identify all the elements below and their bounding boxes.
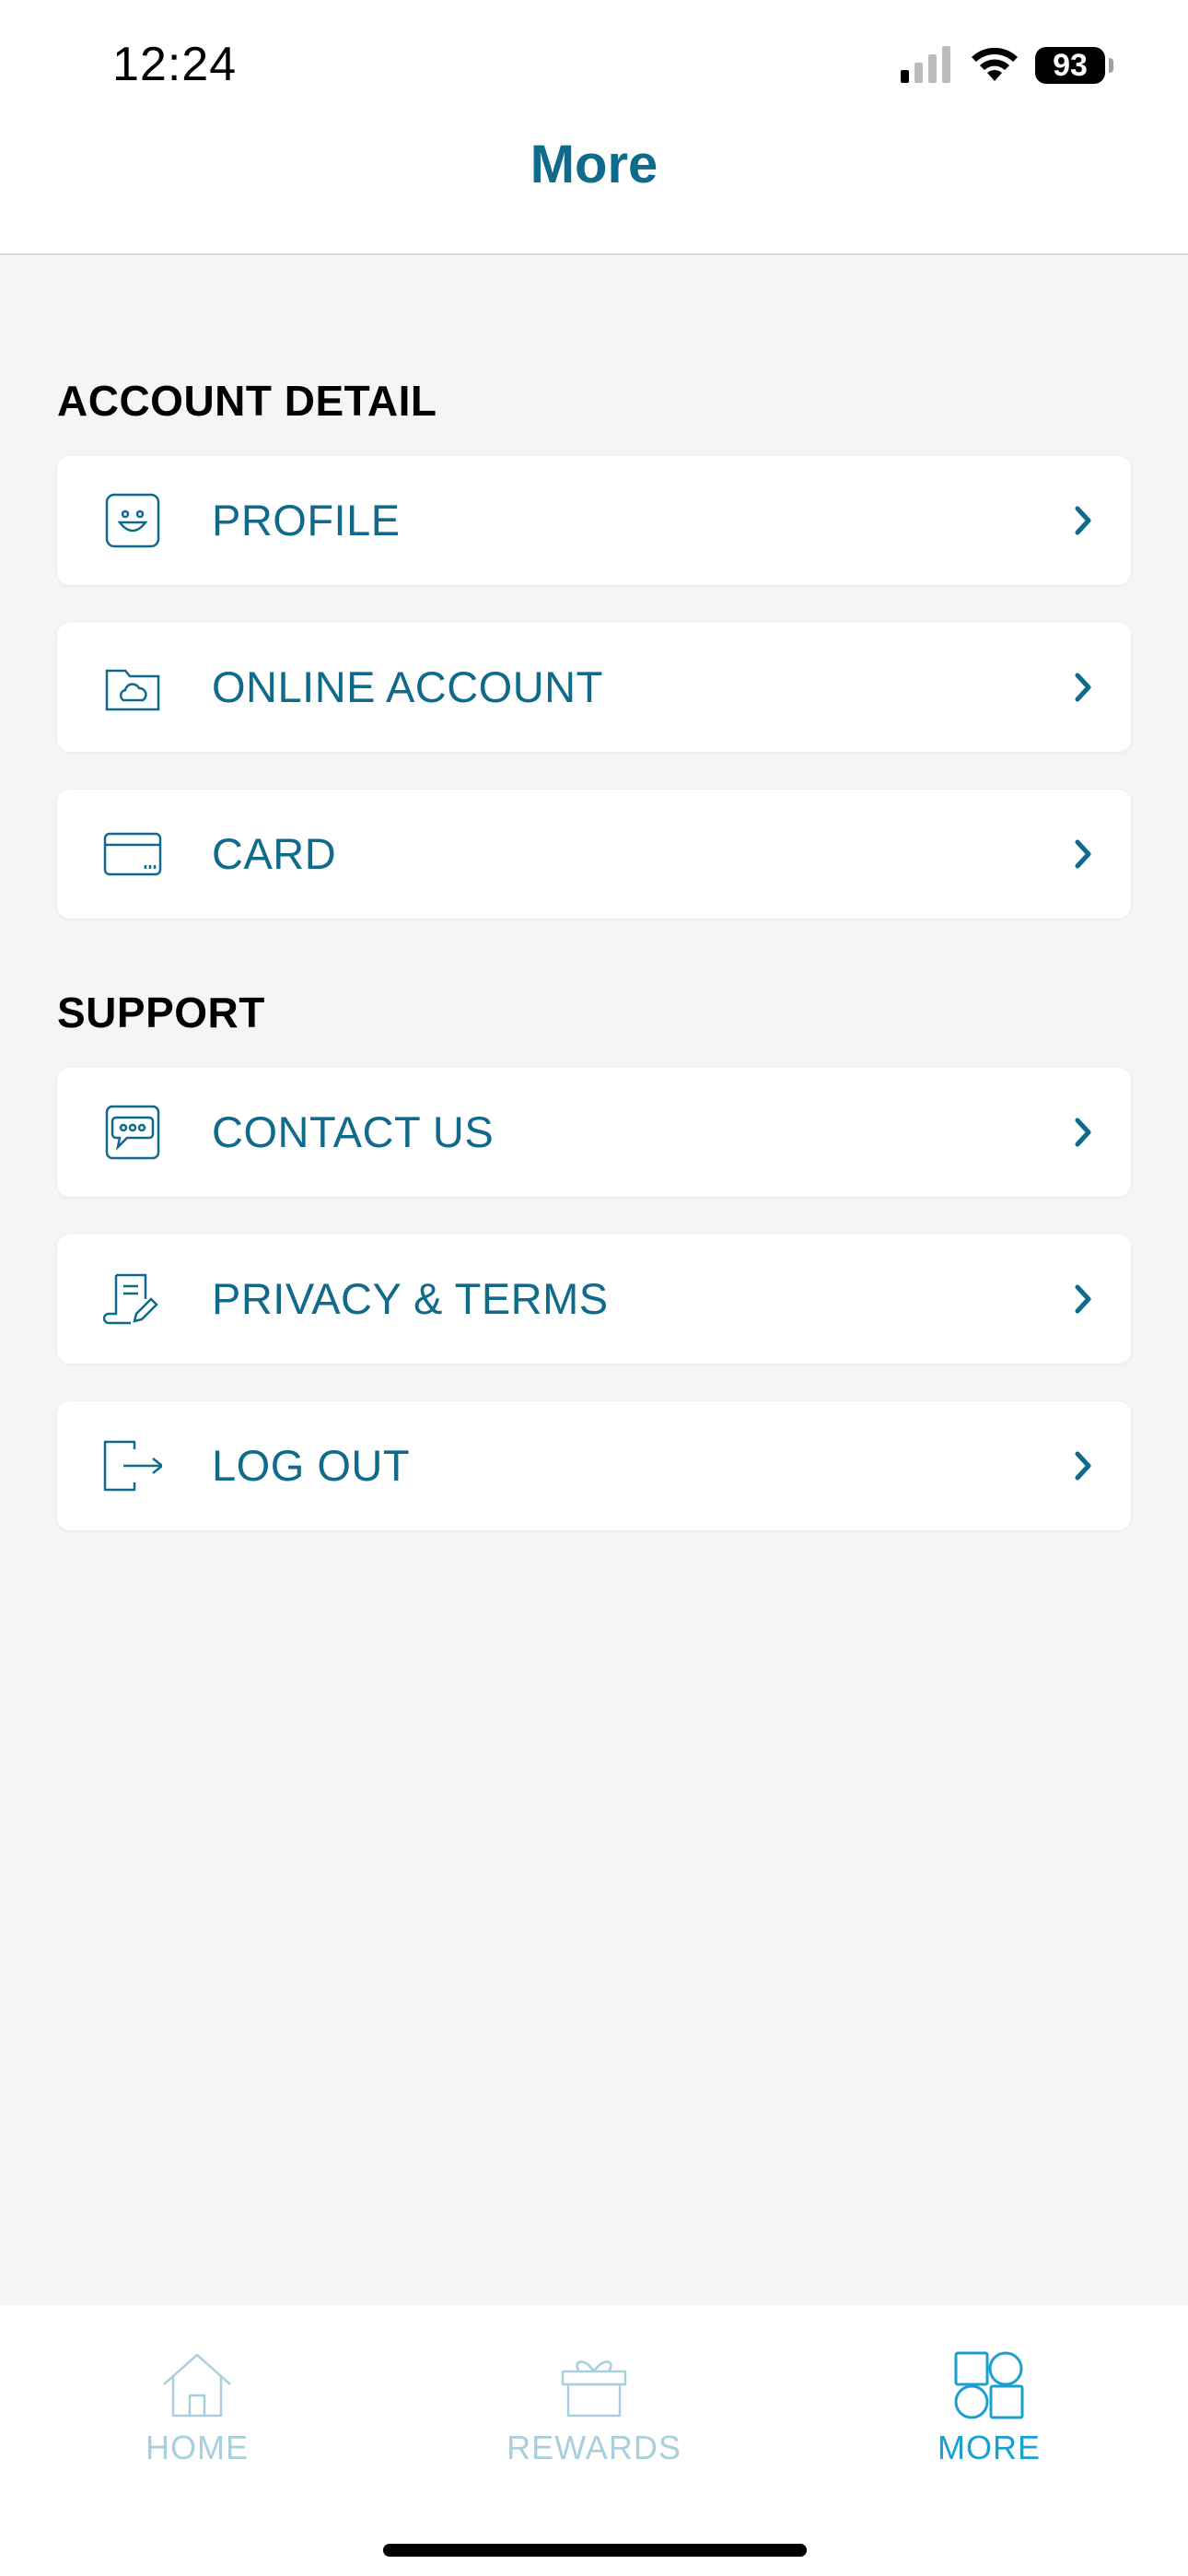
battery-indicator: 93 — [1035, 47, 1105, 84]
chevron-right-icon — [1075, 1451, 1091, 1481]
menu-item-label: PROFILE — [212, 496, 401, 544]
profile-face-icon — [105, 493, 160, 548]
chevron-right-icon — [1075, 506, 1091, 535]
tab-more[interactable]: MORE — [869, 2351, 1109, 2489]
cellular-signal-icon — [901, 46, 950, 83]
status-time: 12:24 — [112, 38, 238, 91]
menu-item-card[interactable]: CARD — [57, 790, 1131, 919]
tab-home[interactable]: HOME — [77, 2351, 317, 2489]
shapes-grid-icon — [954, 2351, 1024, 2419]
home-icon — [163, 2353, 231, 2418]
section-title-support: SUPPORT — [57, 989, 265, 1036]
menu-item-profile[interactable]: PROFILE — [57, 456, 1131, 585]
menu-item-label: CARD — [212, 829, 337, 878]
battery-tip — [1109, 58, 1113, 73]
tab-label: MORE — [938, 2429, 1041, 2466]
menu-item-label: CONTACT US — [212, 1107, 495, 1156]
chevron-right-icon — [1075, 1284, 1091, 1314]
gift-icon — [561, 2360, 627, 2418]
card-icon — [103, 832, 162, 876]
chevron-right-icon — [1075, 1118, 1091, 1147]
menu-item-privacy-terms[interactable]: PRIVACY & TERMS — [57, 1235, 1131, 1364]
menu-item-contact-us[interactable]: CONTACT US — [57, 1068, 1131, 1197]
wifi-icon — [972, 47, 1018, 81]
menu-item-label: LOG OUT — [212, 1441, 411, 1490]
chevron-right-icon — [1075, 839, 1091, 869]
menu-item-label: ONLINE ACCOUNT — [212, 662, 603, 711]
chevron-right-icon — [1075, 673, 1091, 702]
logout-icon — [103, 1440, 162, 1492]
tab-label: HOME — [146, 2429, 249, 2466]
menu-item-log-out[interactable]: LOG OUT — [57, 1401, 1131, 1530]
section-title-account-detail: ACCOUNT DETAIL — [57, 377, 437, 425]
menu-item-label: PRIVACY & TERMS — [212, 1274, 609, 1323]
home-indicator — [383, 2544, 807, 2557]
chat-bubble-icon — [105, 1105, 160, 1160]
top-bar: 12:24 93 More — [0, 0, 1188, 255]
tab-bar: HOME REWARDS MORE — [0, 2305, 1188, 2576]
tab-rewards[interactable]: REWARDS — [474, 2351, 714, 2489]
menu-item-online-account[interactable]: ONLINE ACCOUNT — [57, 623, 1131, 752]
tab-label: REWARDS — [507, 2429, 681, 2466]
page-title: More — [530, 135, 658, 194]
document-pen-icon — [103, 1273, 158, 1325]
cloud-folder-icon — [105, 669, 160, 711]
